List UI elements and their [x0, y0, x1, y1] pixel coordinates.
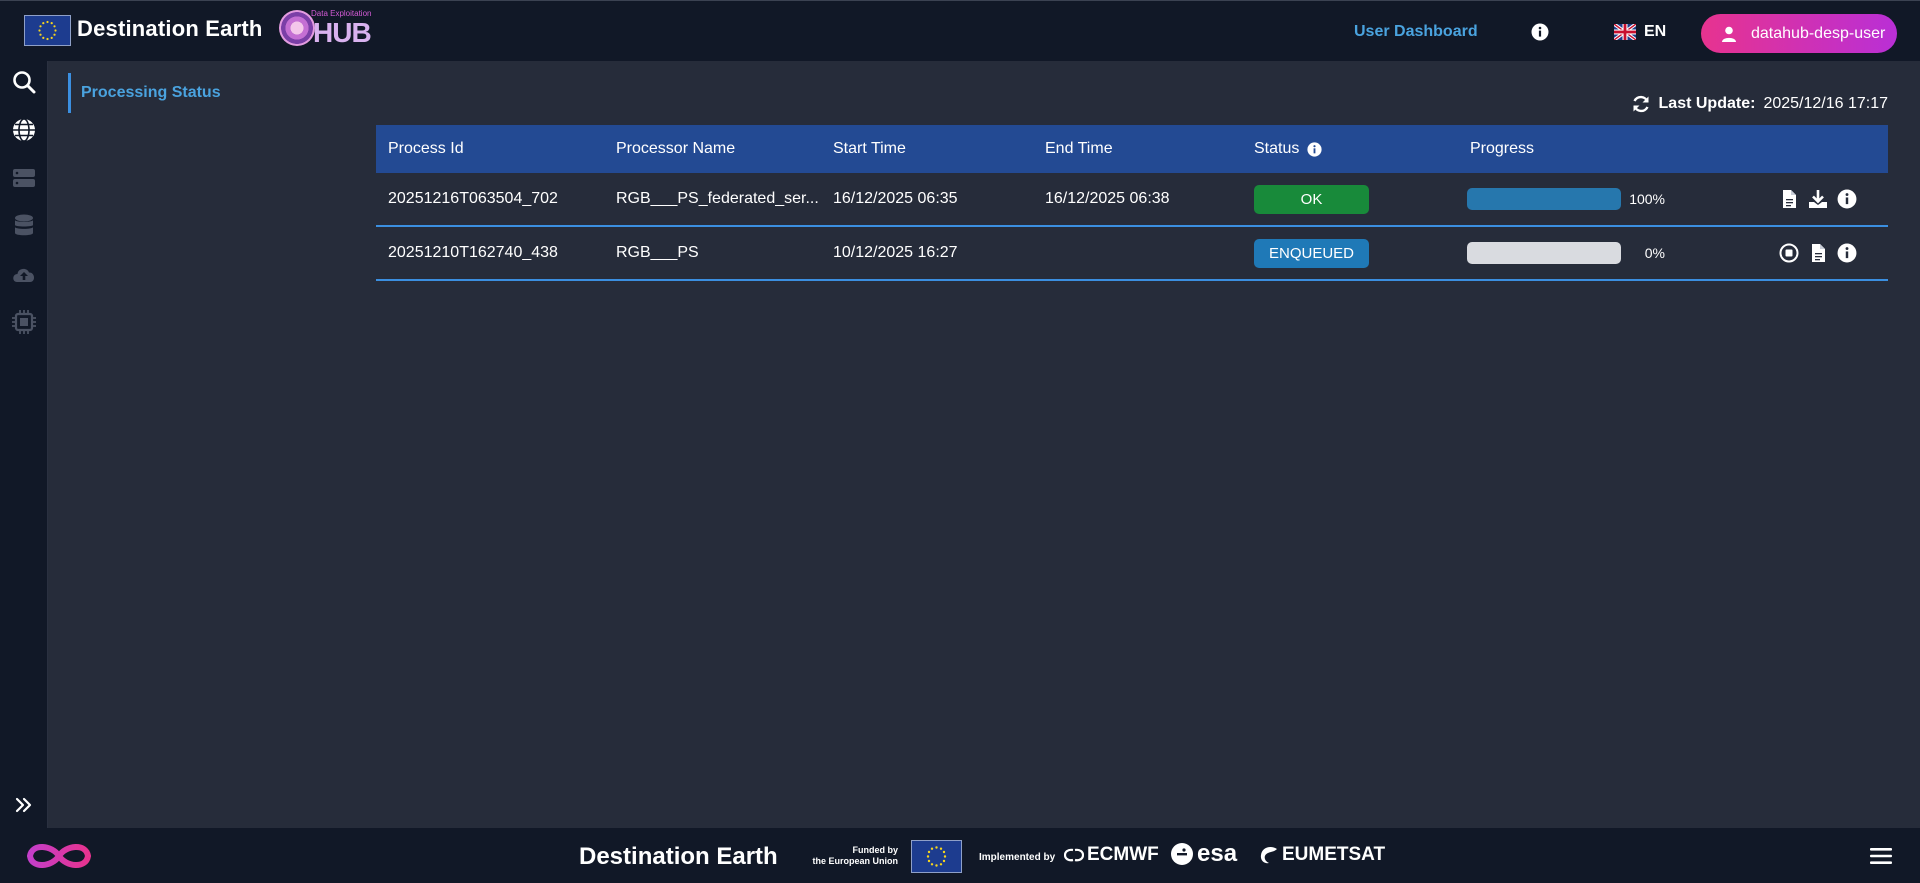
status-label: ENQUEUED [1268, 244, 1354, 262]
double-chevron-right-icon[interactable] [14, 795, 34, 815]
process-id: 20251216T063504_702 [388, 190, 558, 207]
hub-text: HUB [313, 17, 372, 48]
partner-eumetsat: EUMETSAT [1282, 844, 1386, 865]
start-time: 16/12/2025 06:35 [833, 190, 958, 207]
language-selector[interactable]: EN [1614, 23, 1666, 41]
refresh-icon[interactable] [1631, 94, 1651, 114]
page-title: Processing Status [81, 84, 221, 101]
table-row[interactable]: 20251210T162740_438 RGB___PS 10/12/2025 … [376, 227, 1888, 281]
user-icon [1722, 26, 1736, 42]
user-dashboard-link[interactable]: User Dashboard [1354, 23, 1478, 41]
document-icon[interactable] [1779, 189, 1799, 209]
footer-title: Destination Earth [579, 843, 778, 870]
ecmwf-logo[interactable]: ECMWF [1064, 844, 1159, 866]
partner-esa: esa [1197, 840, 1238, 867]
hamburger-menu-icon[interactable] [1869, 846, 1893, 866]
info-icon[interactable] [1531, 23, 1549, 41]
user-name: datahub-desp-user [1751, 24, 1886, 42]
stop-icon[interactable] [1779, 243, 1799, 263]
end-time: 16/12/2025 06:38 [1045, 190, 1170, 207]
table-header: Process Id Processor Name Start Time End… [376, 125, 1888, 173]
column-header[interactable]: Status [1254, 140, 1299, 158]
progress-percent: 0% [1644, 245, 1665, 261]
progress-bar [1467, 242, 1621, 264]
info-icon[interactable] [1837, 189, 1857, 209]
language-code: EN [1644, 23, 1667, 40]
processor-name: RGB___PS [616, 244, 699, 261]
info-icon[interactable] [1837, 243, 1857, 263]
process-id: 20251210T162740_438 [388, 244, 558, 261]
database-icon[interactable] [11, 213, 37, 239]
column-header[interactable]: Progress [1470, 140, 1534, 158]
server-icon[interactable] [11, 165, 37, 191]
breadcrumb[interactable]: Processing Status [68, 73, 221, 113]
progress-percent: 100% [1629, 191, 1665, 207]
start-time: 10/12/2025 16:27 [833, 244, 958, 261]
globe-icon[interactable] [11, 117, 37, 143]
chip-icon[interactable] [11, 309, 37, 335]
status-info-icon[interactable] [1307, 142, 1322, 157]
last-update: Last Update: 2025/12/16 17:17 [1631, 94, 1888, 114]
column-header[interactable]: Start Time [833, 140, 906, 158]
brand-title[interactable]: Destination Earth [77, 16, 263, 42]
processing-table: Process Id Processor Name Start Time End… [376, 125, 1888, 281]
eu-flag-logo [911, 840, 962, 873]
uk-flag-icon [1614, 24, 1636, 40]
partner-ecmwf: ECMWF [1087, 844, 1159, 865]
progress-bar [1467, 188, 1621, 210]
esa-mark-icon [1171, 843, 1193, 865]
eumetsat-logo[interactable]: EUMETSAT [1259, 844, 1385, 866]
status-badge: OK [1254, 184, 1369, 214]
document-icon[interactable] [1808, 243, 1828, 263]
column-header[interactable]: Process Id [388, 140, 464, 158]
top-navbar: Destination Earth Data Exploitation HUB … [0, 0, 1920, 61]
status-badge: ENQUEUED [1254, 238, 1369, 268]
infinity-logo-icon[interactable] [22, 837, 96, 875]
eu-flag-logo [24, 15, 71, 46]
cloud-upload-icon[interactable] [11, 261, 37, 287]
search-icon[interactable] [11, 69, 37, 95]
sidebar [0, 61, 48, 828]
ecmwf-mark-icon [1064, 848, 1084, 862]
eumetsat-mark-icon [1260, 847, 1277, 864]
footer: Destination Earth Funded by the European… [0, 828, 1920, 883]
hub-logo[interactable]: Data Exploitation HUB [279, 9, 379, 49]
funded-by: Funded by the European Union [800, 845, 899, 867]
implemented-by: Implemented by [979, 852, 1056, 863]
status-label: OK [1300, 190, 1323, 208]
last-update-label: Last Update: [1658, 95, 1756, 112]
column-header[interactable]: End Time [1045, 140, 1113, 158]
table-row[interactable]: 20251216T063504_702 RGB___PS_federated_s… [376, 173, 1888, 227]
processor-name: RGB___PS_federated_ser... [616, 190, 819, 207]
funded-line-1: Funded by [852, 845, 899, 855]
download-icon[interactable] [1808, 189, 1828, 209]
progress-fill [1467, 188, 1621, 210]
hub-logo-mark [279, 10, 315, 46]
last-update-value: 2025/12/16 17:17 [1763, 95, 1888, 112]
esa-logo[interactable]: esa [1170, 840, 1237, 868]
funded-line-2: the European Union [812, 856, 899, 866]
user-menu-button[interactable]: datahub-desp-user [1701, 14, 1897, 53]
column-header[interactable]: Processor Name [616, 140, 735, 158]
